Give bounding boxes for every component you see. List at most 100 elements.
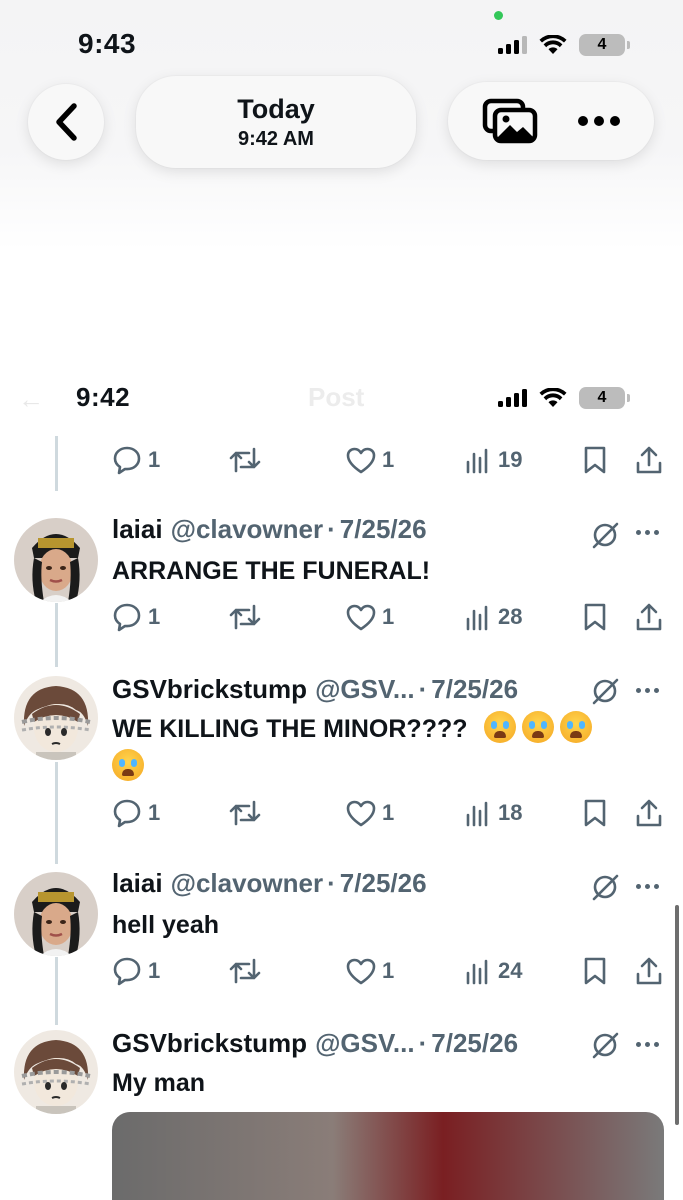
inner-battery-level: 4 bbox=[597, 389, 607, 406]
inner-cellular-signal-icon bbox=[498, 389, 527, 407]
loudly-crying-face-emoji-icon bbox=[560, 711, 593, 743]
status-icons: 4 bbox=[498, 34, 630, 56]
repost-icon bbox=[229, 958, 261, 984]
timestamp[interactable]: 7/25/26 bbox=[340, 868, 427, 899]
like-count: 1 bbox=[382, 958, 395, 983]
like-count: 1 bbox=[382, 447, 395, 472]
view-count: 24 bbox=[498, 958, 523, 983]
repost-button[interactable] bbox=[228, 953, 262, 989]
timestamp[interactable]: 7/25/26 bbox=[431, 674, 518, 705]
bookmark-button[interactable] bbox=[582, 953, 608, 989]
reply-count: 1 bbox=[148, 447, 161, 472]
avatar[interactable] bbox=[14, 676, 98, 760]
username[interactable]: @clavowner bbox=[171, 868, 324, 899]
share-icon bbox=[636, 799, 662, 827]
date-title: Today bbox=[237, 94, 315, 124]
username[interactable]: @clavowner bbox=[171, 514, 324, 545]
reply-button[interactable]: 1 bbox=[112, 953, 160, 989]
attached-media-image[interactable] bbox=[112, 1112, 664, 1200]
views-button[interactable]: 24 bbox=[464, 953, 522, 989]
heart-icon bbox=[346, 604, 376, 631]
share-icon bbox=[636, 603, 662, 631]
top-post-actions: 1 1 19 bbox=[112, 442, 672, 478]
bookmark-button[interactable] bbox=[582, 599, 608, 635]
repost-icon bbox=[229, 447, 261, 473]
grok-icon[interactable] bbox=[590, 872, 620, 902]
more-options-button[interactable] bbox=[577, 115, 621, 127]
view-count: 19 bbox=[498, 447, 523, 472]
inner-wifi-icon bbox=[539, 388, 567, 407]
display-name[interactable]: laiai bbox=[112, 514, 163, 545]
photos-button[interactable] bbox=[482, 98, 538, 144]
more-options-icon[interactable] bbox=[636, 884, 659, 889]
reply-icon bbox=[113, 603, 141, 632]
ghost-back-arrow-icon: ← bbox=[18, 384, 44, 414]
avatar[interactable] bbox=[14, 518, 98, 602]
reply-count: 1 bbox=[148, 958, 161, 983]
like-button[interactable]: 1 bbox=[346, 599, 394, 635]
username[interactable]: @GSV... bbox=[315, 674, 415, 705]
display-name[interactable]: GSVbrickstump bbox=[112, 1028, 307, 1059]
analytics-icon bbox=[466, 448, 488, 474]
repost-button[interactable] bbox=[228, 795, 262, 831]
display-name[interactable]: GSVbrickstump bbox=[112, 674, 307, 705]
like-count: 1 bbox=[382, 604, 395, 629]
repost-button[interactable] bbox=[228, 442, 262, 478]
view-count: 28 bbox=[498, 604, 523, 629]
analytics-icon bbox=[466, 801, 488, 827]
more-options-icon[interactable] bbox=[636, 530, 659, 535]
tweet-text: WE KILLING THE MINOR???? bbox=[112, 715, 468, 743]
share-icon bbox=[636, 446, 662, 474]
bookmark-icon bbox=[584, 957, 606, 985]
battery-level: 4 bbox=[597, 36, 607, 53]
bookmark-button[interactable] bbox=[582, 795, 608, 831]
loudly-crying-face-emoji-icon bbox=[112, 749, 144, 781]
views-button[interactable]: 18 bbox=[464, 795, 522, 831]
back-button[interactable] bbox=[28, 84, 104, 160]
share-button[interactable] bbox=[634, 442, 664, 478]
tweet-header: GSVbrickstump @GSV... · 7/25/26 bbox=[112, 674, 518, 705]
share-button[interactable] bbox=[634, 795, 664, 831]
timestamp[interactable]: 7/25/26 bbox=[431, 1028, 518, 1059]
more-options-icon[interactable] bbox=[636, 1042, 659, 1047]
tweet-header: laiai @clavowner · 7/25/26 bbox=[112, 868, 427, 899]
tweet-header: laiai @clavowner · 7/25/26 bbox=[112, 514, 427, 545]
avatar[interactable] bbox=[14, 1030, 98, 1114]
date-time: 9:42 AM bbox=[238, 128, 314, 150]
reply-button[interactable]: 1 bbox=[112, 442, 160, 478]
repost-button[interactable] bbox=[228, 599, 262, 635]
share-button[interactable] bbox=[634, 599, 664, 635]
profile-photo bbox=[14, 872, 98, 956]
thread-line bbox=[55, 957, 58, 1025]
avatar[interactable] bbox=[14, 872, 98, 956]
tweet-actions: 1 1 24 bbox=[112, 953, 672, 989]
tweet-body: WE KILLING THE MINOR???? bbox=[112, 710, 632, 786]
grok-icon[interactable] bbox=[590, 676, 620, 706]
share-button[interactable] bbox=[634, 953, 664, 989]
scrollbar[interactable] bbox=[675, 905, 679, 1125]
timestamp[interactable]: 7/25/26 bbox=[340, 514, 427, 545]
separator: · bbox=[327, 868, 336, 898]
reply-icon bbox=[113, 957, 141, 986]
tweet-text: ARRANGE THE FUNERAL! bbox=[112, 557, 431, 585]
views-button[interactable]: 19 bbox=[464, 442, 522, 478]
views-button[interactable]: 28 bbox=[464, 599, 522, 635]
like-button[interactable]: 1 bbox=[346, 795, 394, 831]
grok-icon[interactable] bbox=[590, 520, 620, 550]
tweet-text: My man bbox=[112, 1069, 206, 1097]
bookmark-icon bbox=[584, 446, 606, 474]
more-options-icon[interactable] bbox=[636, 688, 659, 693]
bookmark-button[interactable] bbox=[582, 442, 608, 478]
screenshot-viewer: 9:43 4 Today 9:42 AM ← Post 9:42 4 1 1 1… bbox=[0, 0, 683, 1200]
grok-icon[interactable] bbox=[590, 1030, 620, 1060]
share-icon bbox=[636, 957, 662, 985]
like-button[interactable]: 1 bbox=[346, 953, 394, 989]
reply-button[interactable]: 1 bbox=[112, 599, 160, 635]
display-name[interactable]: laiai bbox=[112, 868, 163, 899]
inner-battery-icon: 4 bbox=[579, 387, 630, 409]
ellipsis-icon bbox=[577, 116, 620, 126]
reply-button[interactable]: 1 bbox=[112, 795, 160, 831]
like-button[interactable]: 1 bbox=[346, 442, 394, 478]
analytics-icon bbox=[466, 605, 488, 631]
username[interactable]: @GSV... bbox=[315, 1028, 415, 1059]
